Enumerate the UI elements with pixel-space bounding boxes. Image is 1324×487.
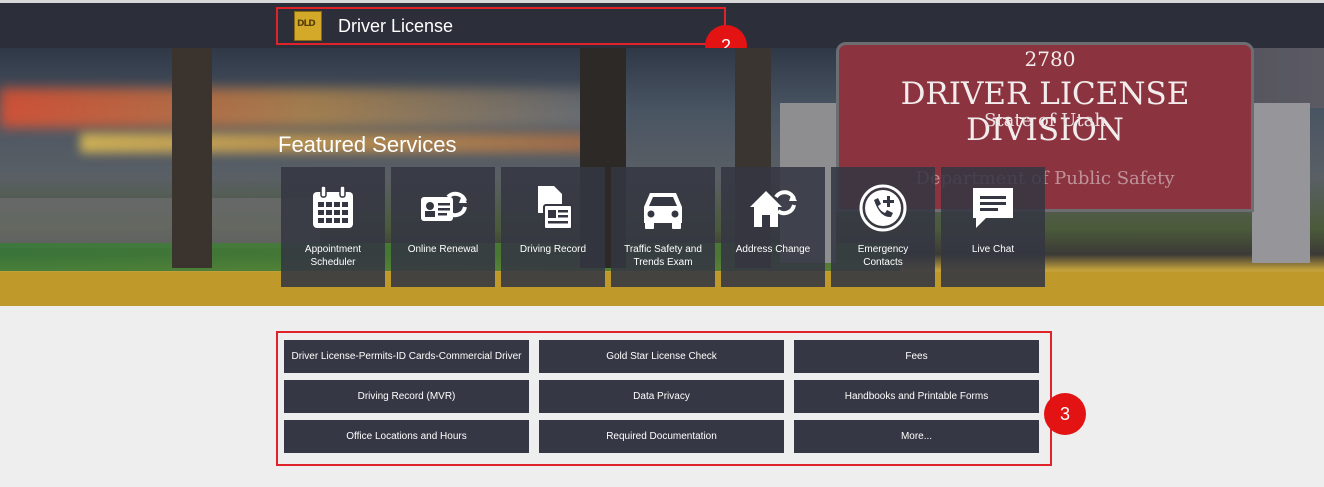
service-label: Online Renewal [407, 244, 479, 255]
sign-subtitle: State of Utah [984, 110, 1106, 131]
document-record-icon [538, 186, 573, 230]
service-label: Emergency Contacts [857, 244, 909, 268]
featured-services-heading: Featured Services [278, 132, 457, 157]
service-tile-emergency-contacts[interactable]: Emergency Contacts [831, 167, 935, 287]
link-fees[interactable]: Fees [794, 340, 1039, 373]
service-tile-appointment-scheduler[interactable]: Appointment Scheduler [281, 167, 385, 287]
annotation-marker-3: 3 [1044, 393, 1086, 435]
site-title: Driver License [338, 15, 454, 36]
id-card-renew-icon [421, 191, 467, 221]
service-label: Traffic Safety and Trends Exam [624, 244, 702, 268]
hero-tree [172, 48, 212, 268]
house-change-icon [750, 190, 797, 227]
link-office-locations[interactable]: Office Locations and Hours [284, 420, 529, 453]
dld-logo-icon [294, 11, 322, 41]
service-label: Appointment Scheduler [304, 244, 362, 268]
hero-road [0, 198, 320, 248]
service-tile-online-renewal[interactable]: Online Renewal [391, 167, 495, 287]
featured-services: Appointment Scheduler Online Renewal Dri… [281, 167, 1045, 287]
service-label: Address Change [735, 244, 811, 255]
quick-links: Driver License-Permits-ID Cards-Commerci… [284, 340, 1039, 453]
page: Driver License 2 2780 DRIVER LICENSE DIV… [0, 0, 1324, 487]
calendar-icon [313, 185, 353, 228]
link-driver-license-permits[interactable]: Driver License-Permits-ID Cards-Commerci… [284, 340, 529, 373]
phone-plus-icon [859, 184, 907, 232]
car-icon [644, 193, 682, 229]
service-tile-traffic-safety-exam[interactable]: Traffic Safety and Trends Exam [611, 167, 715, 287]
sign-pillar [1252, 103, 1310, 263]
service-label: Live Chat [971, 244, 1015, 255]
link-gold-star-check[interactable]: Gold Star License Check [539, 340, 784, 373]
service-tile-address-change[interactable]: Address Change [721, 167, 825, 287]
service-tile-live-chat[interactable]: Live Chat [941, 167, 1045, 287]
link-required-documentation[interactable]: Required Documentation [539, 420, 784, 453]
service-tile-driving-record[interactable]: Driving Record [501, 167, 605, 287]
chat-bubble-icon [973, 188, 1013, 228]
hero-light-trails [0, 88, 620, 128]
link-driving-record-mvr[interactable]: Driving Record (MVR) [284, 380, 529, 413]
brand-link[interactable]: Driver License [276, 7, 726, 45]
link-handbooks-forms[interactable]: Handbooks and Printable Forms [794, 380, 1039, 413]
service-label: Driving Record [519, 244, 587, 255]
top-bar-edge [0, 0, 1324, 3]
link-more[interactable]: More... [794, 420, 1039, 453]
sign-number: 2780 [1024, 47, 1076, 71]
link-data-privacy[interactable]: Data Privacy [539, 380, 784, 413]
